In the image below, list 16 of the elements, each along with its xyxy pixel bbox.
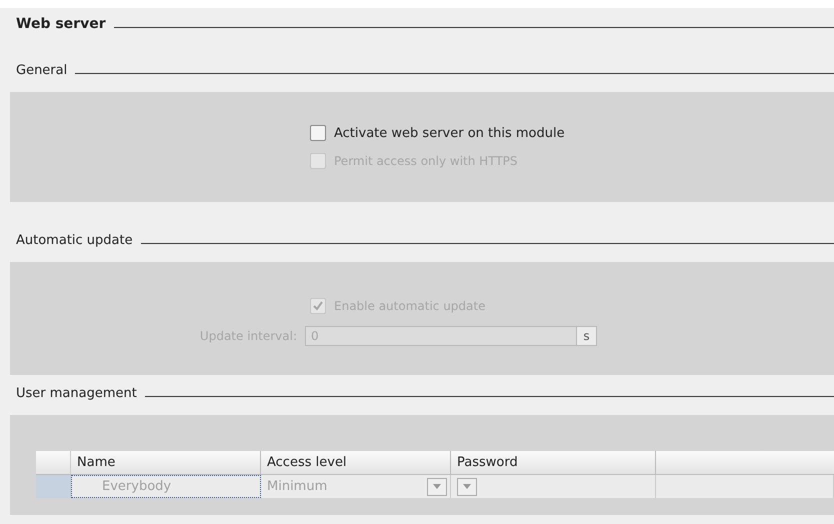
table-cell: Minimum	[267, 479, 328, 494]
unit-label: s	[577, 326, 597, 346]
section-heading: Automatic update	[16, 233, 133, 248]
dropdown-button[interactable]	[427, 478, 447, 496]
dropdown-button[interactable]	[457, 478, 477, 496]
checkbox[interactable]	[310, 125, 326, 141]
column-header[interactable]: Name	[71, 451, 261, 474]
table-cell: Everybody	[71, 475, 261, 498]
section-heading: General	[16, 63, 68, 78]
section-title: Web server	[16, 16, 106, 32]
checkbox-label: Activate web server on this module	[334, 126, 565, 140]
column-header[interactable]: Access level	[261, 451, 451, 474]
caret-icon	[463, 484, 471, 489]
column-header[interactable]: Password	[451, 451, 656, 474]
section-heading: User management	[16, 386, 137, 401]
caret-icon	[433, 484, 441, 489]
